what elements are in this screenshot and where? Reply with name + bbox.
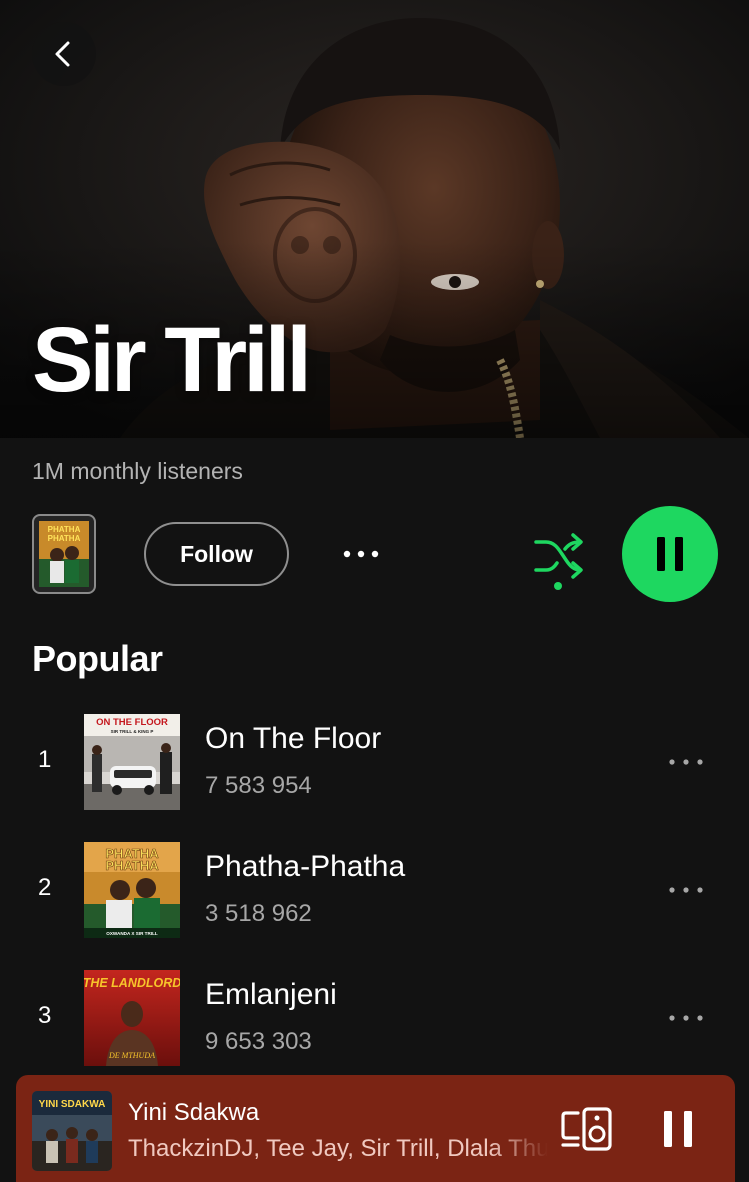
shuffle-icon	[534, 533, 583, 590]
track-rank: 2	[38, 874, 52, 901]
track-artwork: THE LANDLORD DE MTHUDA	[84, 970, 180, 1066]
now-playing-cover-text: YINI SDAKWA	[39, 1099, 106, 1110]
track-rank: 3	[38, 1002, 52, 1029]
track-rank: 1	[38, 746, 52, 773]
mini-cover-text-1: PHATHA	[48, 525, 81, 534]
artist-hero-image: Sir Trill	[0, 0, 749, 438]
follow-button[interactable]: Follow	[144, 522, 289, 586]
connect-device-button[interactable]	[560, 1107, 616, 1151]
track-row[interactable]: 3 THE LANDLORD DE MTHUDA Emlanjeni 9 653…	[0, 970, 749, 1070]
track-more-button[interactable]	[662, 1004, 710, 1032]
track-cover: ON THE FLOOR SIR TRILL & KING P	[84, 714, 180, 810]
popular-heading: Popular	[32, 638, 163, 679]
now-playing-title: Yini Sdakwa	[128, 1099, 260, 1126]
artist-pick-cover[interactable]: PHATHA PHATHA	[32, 514, 96, 594]
cover-subtitle-text: OXWANDA X SIR TRILL	[106, 931, 158, 936]
shuffle-button[interactable]	[530, 530, 586, 592]
cover-title-text-2: PHATHA	[105, 858, 159, 873]
more-horizontal-icon	[669, 759, 703, 765]
pause-icon	[657, 537, 683, 571]
cover-subtitle-text: DE MTHUDA	[108, 1051, 155, 1060]
now-playing-cover: YINI SDAKWA	[32, 1091, 112, 1171]
track-play-count: 9 653 303	[205, 1028, 312, 1055]
track-artwork: ON THE FLOOR SIR TRILL & KING P	[84, 714, 180, 810]
track-play-count: 7 583 954	[205, 772, 312, 799]
now-playing-pause-button[interactable]	[654, 1107, 702, 1151]
now-playing-artists: ThackzinDJ, Tee Jay, Sir Trill, Dlala Th…	[128, 1135, 548, 1162]
track-play-count: 3 518 962	[205, 900, 312, 927]
play-pause-button[interactable]	[622, 506, 718, 602]
pause-icon	[664, 1111, 692, 1147]
mini-cover-text-2: PHATHA	[48, 534, 81, 543]
track-row[interactable]: 2 PHATHA PHATHA OXWANDA X SIR TRILL Phat…	[0, 842, 749, 942]
more-horizontal-icon	[669, 887, 703, 893]
back-button[interactable]	[32, 22, 96, 86]
cover-subtitle-text: SIR TRILL & KING P	[111, 729, 154, 734]
artist-pick-artwork: PHATHA PHATHA	[39, 521, 89, 587]
track-cover: THE LANDLORD DE MTHUDA	[84, 970, 180, 1066]
cover-title-text: ON THE FLOOR	[96, 717, 168, 728]
more-horizontal-icon	[343, 550, 379, 558]
track-more-button[interactable]	[662, 748, 710, 776]
track-title: On The Floor	[205, 722, 382, 755]
now-playing-artwork: YINI SDAKWA	[32, 1091, 112, 1171]
track-more-button[interactable]	[662, 876, 710, 904]
chevron-left-icon	[55, 41, 70, 67]
artist-more-button[interactable]	[336, 534, 386, 574]
track-row[interactable]: 1 ON THE FLOOR SIR TRILL & KING P On The…	[0, 714, 749, 814]
track-title: Emlanjeni	[205, 978, 337, 1011]
more-horizontal-icon	[669, 1015, 703, 1021]
cover-title-text: THE LANDLORD	[84, 976, 180, 990]
artist-name: Sir Trill	[32, 309, 312, 411]
track-artwork: PHATHA PHATHA OXWANDA X SIR TRILL	[84, 842, 180, 938]
track-title: Phatha-Phatha	[205, 850, 406, 883]
track-cover: PHATHA PHATHA OXWANDA X SIR TRILL	[84, 842, 180, 938]
monthly-listeners: 1M monthly listeners	[32, 458, 243, 484]
connect-device-icon	[561, 1107, 612, 1151]
now-playing-bar[interactable]: YINI SDAKWA Yini Sdakwa ThackzinDJ, Tee …	[16, 1075, 735, 1182]
